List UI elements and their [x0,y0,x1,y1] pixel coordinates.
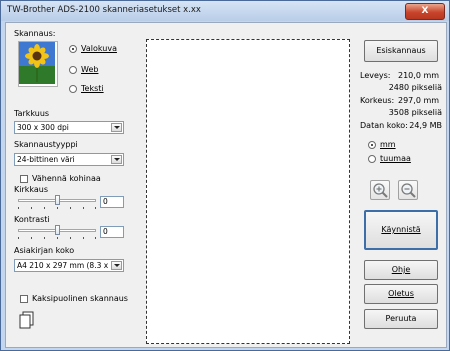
document-size-select[interactable]: A4 210 x 297 mm (8.3 x 11.7... [14,259,124,272]
scan-mode-label: Skannaus: [14,29,56,38]
scan-mode-photo-label[interactable]: Valokuva [81,44,117,53]
help-button-label: Ohje [391,265,411,274]
scan-type-select[interactable]: 24-bittinen väri [14,153,124,166]
unit-inch-radio[interactable] [368,155,376,163]
document-size-label: Asiakirjan koko [14,246,75,255]
scan-type-value: 24-bittinen väri [17,155,75,164]
unit-inch-label[interactable]: tuumaa [380,154,411,163]
contrast-slider-thumb[interactable] [55,225,60,235]
brightness-label: Kirkkaus [14,185,49,194]
height-px-value: 3508 pikseliä [388,108,442,117]
contrast-label: Kontrasti [14,215,50,224]
zoom-in-icon [373,183,388,198]
dialog-body: Skannaus: Valokuva Web Teksti Tarkkuus 3… [5,22,447,348]
duplex-checkbox[interactable] [20,295,28,303]
brightness-ticks [18,207,96,209]
unit-mm-label[interactable]: mm [380,140,396,149]
cancel-button[interactable]: Peruuta [364,309,438,329]
chevron-down-icon [111,155,122,164]
scan-mode-text-label[interactable]: Teksti [81,84,104,93]
resolution-label: Tarkkuus [14,109,50,118]
duplex-label[interactable]: Kaksipuolinen skannaus [32,294,128,303]
scan-mode-photo-radio[interactable] [69,45,77,53]
help-button[interactable]: Ohje [364,260,438,280]
data-size-value: 24,9 MB [409,121,442,130]
width-label: Leveys: [360,71,391,80]
zoom-out-icon [401,183,416,198]
duplex-pages-icon [18,311,36,329]
sunflower-photo-icon [18,41,58,87]
start-button[interactable]: Käynnistä [364,210,438,250]
default-button[interactable]: Oletus [364,284,438,304]
title-bar: TW-Brother ADS-2100 skanneriasetukset x.… [1,1,449,21]
resolution-select[interactable]: 300 x 300 dpi [14,121,124,134]
chevron-down-icon [111,123,122,132]
unit-mm-radio[interactable] [368,141,376,149]
reduce-noise-checkbox[interactable] [20,175,28,183]
data-size-label: Datan koko: [360,121,408,130]
resolution-value: 300 x 300 dpi [17,123,69,132]
scan-mode-web-label[interactable]: Web [81,65,98,74]
document-size-value: A4 210 x 297 mm (8.3 x 11.7... [17,261,110,270]
brightness-slider-thumb[interactable] [55,195,60,205]
scan-mode-text-radio[interactable] [69,85,77,93]
width-mm-value: 210,0 mm [398,71,440,80]
height-mm-value: 297,0 mm [398,96,440,105]
width-px-value: 2480 pikseliä [388,83,442,92]
reduce-noise-label[interactable]: Vähennä kohinaa [32,174,101,183]
zoom-in-button[interactable] [370,180,390,200]
scan-preview-area[interactable] [146,39,350,344]
brightness-value-field[interactable]: 0 [100,196,124,208]
height-label: Korkeus: [360,96,395,105]
window-title: TW-Brother ADS-2100 skanneriasetukset x.… [7,5,201,15]
start-button-label: Käynnistä [381,225,421,234]
scanner-settings-window: TW-Brother ADS-2100 skanneriasetukset x.… [0,0,450,351]
scan-type-label: Skannaustyyppi [14,140,78,149]
contrast-ticks [18,237,96,239]
chevron-down-icon [111,261,122,270]
default-button-label: Oletus [388,289,414,298]
contrast-value-field[interactable]: 0 [100,226,124,238]
close-button[interactable]: X [405,3,445,20]
scan-mode-web-radio[interactable] [69,66,77,74]
zoom-out-button[interactable] [398,180,418,200]
prescan-button[interactable]: Esiskannaus [364,40,438,62]
